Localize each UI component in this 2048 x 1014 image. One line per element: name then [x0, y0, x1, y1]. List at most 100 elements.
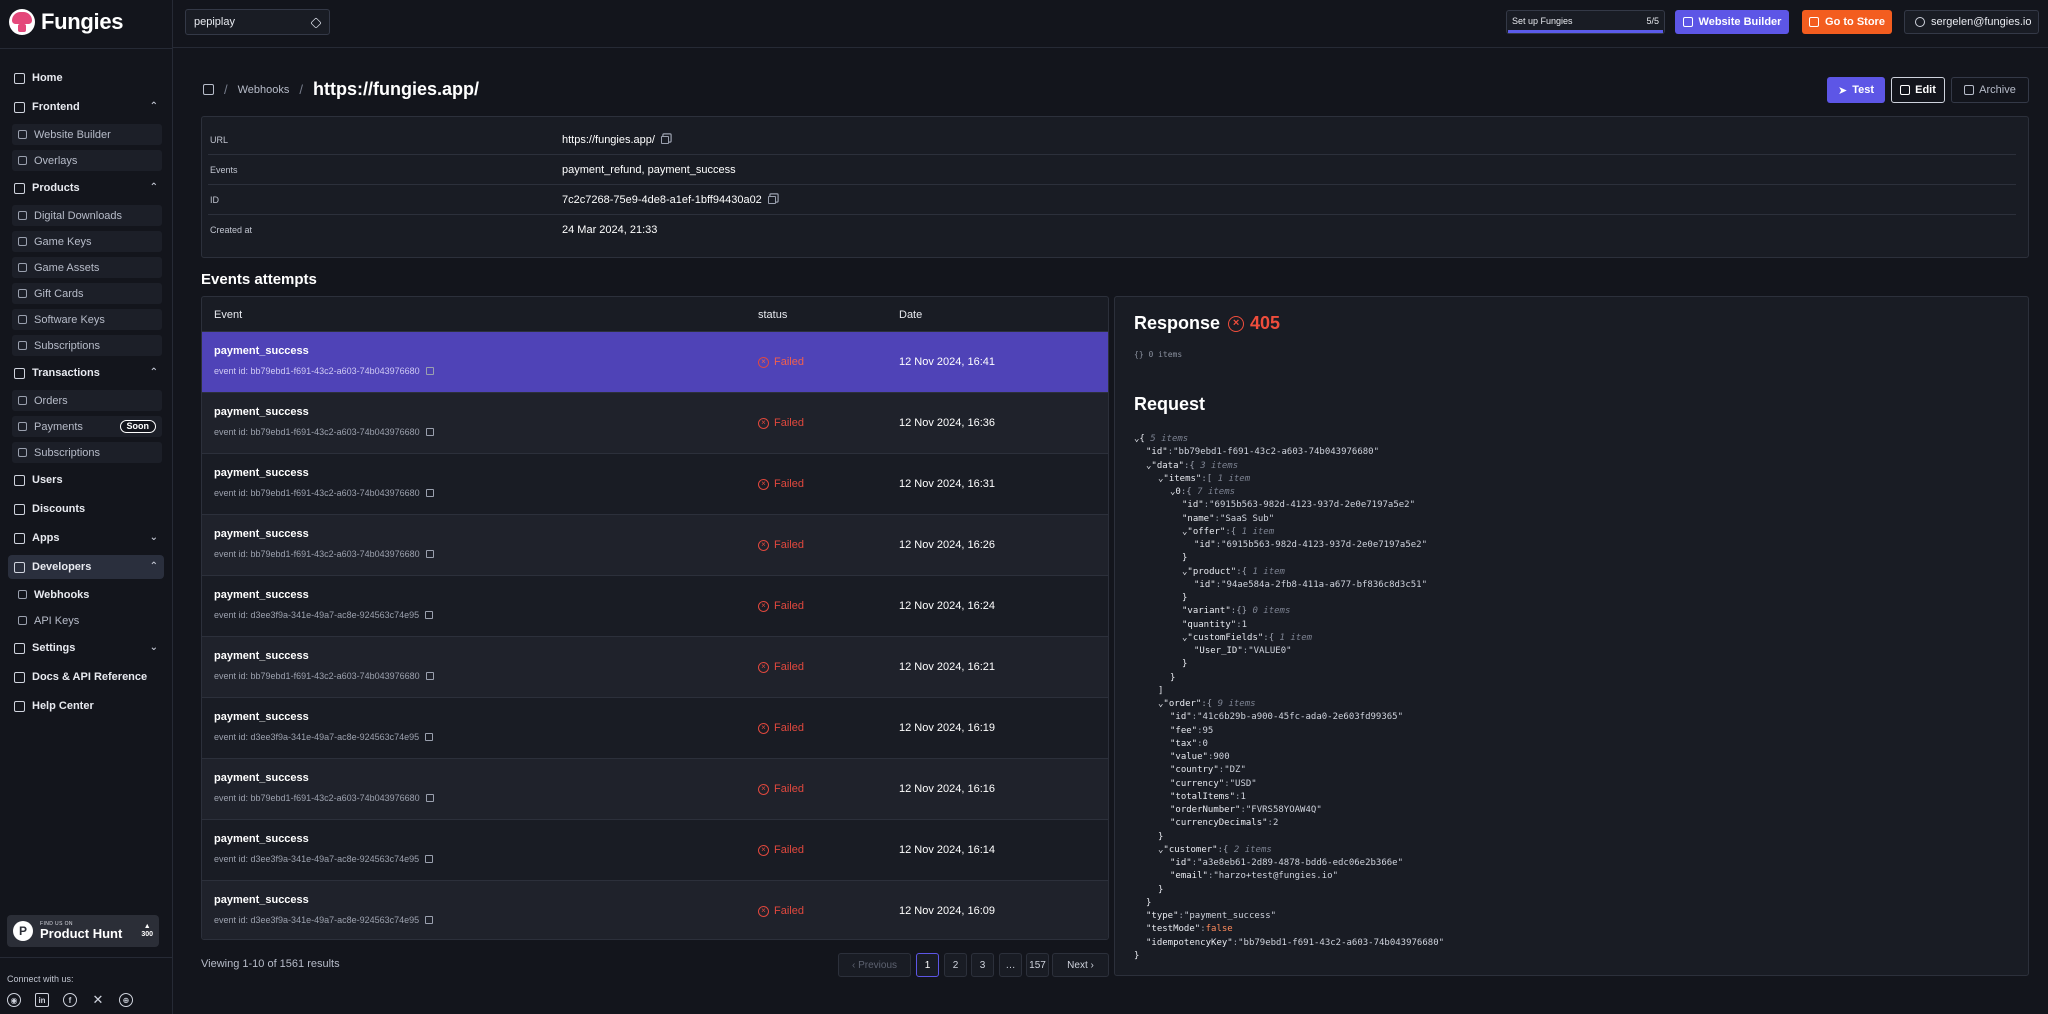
copy-icon[interactable] [425, 672, 434, 680]
website-builder-button[interactable]: Website Builder [1675, 10, 1789, 34]
sidebar-item-help-center[interactable]: Help Center [8, 694, 164, 718]
json-line: "id":"bb79ebd1-f691-43c2-a603-74b0439766… [1134, 446, 1444, 459]
globe-icon[interactable]: ⊕ [119, 993, 133, 1007]
table-row[interactable]: payment_success event id: d3ee3f9a-341e-4… [202, 881, 1108, 939]
assets-icon [18, 263, 27, 272]
copy-icon[interactable] [425, 550, 434, 558]
linkedin-icon[interactable]: in [35, 993, 49, 1007]
chevron-down-icon[interactable]: ⌄ [150, 642, 158, 653]
go-to-store-button[interactable]: Go to Store [1802, 10, 1892, 34]
table-row[interactable]: payment_success event id: bb79ebd1-f691-4… [202, 393, 1108, 454]
json-line: "id":"41c6b29b-a900-45fc-ada0-2e603fd993… [1134, 711, 1444, 724]
sidebar-item-overlays[interactable]: Overlays [12, 150, 162, 171]
next-page-button[interactable]: Next › [1052, 953, 1109, 977]
sidebar-item-digital-downloads[interactable]: Digital Downloads [12, 205, 162, 226]
chevron-up-icon[interactable]: ⌃ [150, 101, 158, 112]
sidebar-item-orders[interactable]: Orders [12, 390, 162, 411]
table-row[interactable]: payment_success event id: bb79ebd1-f691-4… [202, 515, 1108, 576]
copy-icon[interactable] [425, 489, 434, 497]
edit-button[interactable]: Edit [1891, 77, 1945, 103]
user-menu[interactable]: sergelen@fungies.io [1904, 10, 2039, 34]
sidebar-item-subscriptions[interactable]: Subscriptions [12, 442, 162, 463]
sidebar-item-home[interactable]: Home [8, 66, 164, 90]
sidebar-item-discounts[interactable]: Discounts [8, 497, 164, 521]
sidebar-item-gift-cards[interactable]: Gift Cards [12, 283, 162, 304]
page-button-2[interactable]: 2 [944, 953, 967, 977]
event-name: payment_success [214, 467, 309, 479]
sidebar-item-users[interactable]: Users [8, 468, 164, 492]
sidebar-item-game-keys[interactable]: Game Keys [12, 231, 162, 252]
table-row[interactable]: payment_success event id: d3ee3f9a-341e-4… [202, 820, 1108, 881]
copy-icon[interactable] [425, 367, 434, 375]
discord-icon[interactable]: ◉ [7, 993, 21, 1007]
sidebar-item-apps[interactable]: Apps ⌄ [8, 526, 164, 550]
request-title: Request [1134, 394, 1206, 414]
sidebar-item-webhooks[interactable]: Webhooks [12, 584, 162, 605]
sidebar-item-subscriptions[interactable]: Subscriptions [12, 335, 162, 356]
sidebar-item-api-keys[interactable]: API Keys [12, 610, 162, 631]
sidebar-item-software-keys[interactable]: Software Keys [12, 309, 162, 330]
producthunt-badge[interactable]: P FIND US ON Product Hunt ▲ 300 [7, 915, 159, 947]
table-row[interactable]: payment_success event id: d3ee3f9a-341e-4… [202, 576, 1108, 637]
breadcrumb-webhooks[interactable]: Webhooks [238, 84, 290, 96]
request-json-viewer[interactable]: ⌄{ 5 items "id":"bb79ebd1-f691-43c2-a603-… [1134, 433, 1444, 963]
copy-icon[interactable] [660, 136, 669, 144]
sidebar-item-settings[interactable]: Settings ⌄ [8, 636, 164, 660]
json-line: "country":"DZ" [1134, 764, 1444, 777]
sidebar-item-website-builder[interactable]: Website Builder [12, 124, 162, 145]
sidebar-item-frontend[interactable]: Frontend ⌃ [8, 95, 164, 119]
sidebar-item-transactions[interactable]: Transactions ⌃ [8, 361, 164, 385]
event-date: 12 Nov 2024, 16:36 [899, 417, 996, 429]
page-button-157[interactable]: 157 [1026, 953, 1049, 977]
sidebar-item-game-assets[interactable]: Game Assets [12, 257, 162, 278]
test-button[interactable]: ➤ Test [1827, 77, 1885, 103]
table-row[interactable]: payment_success event id: bb79ebd1-f691-4… [202, 759, 1108, 820]
json-key: "currency" [1170, 778, 1225, 789]
table-row[interactable]: payment_success event id: bb79ebd1-f691-4… [202, 332, 1108, 393]
table-row[interactable]: payment_success event id: bb79ebd1-f691-4… [202, 454, 1108, 515]
website-builder-label: Website Builder [1698, 16, 1782, 28]
failed-icon: × [758, 844, 769, 856]
archive-button[interactable]: Archive [1951, 77, 2029, 103]
setup-progress[interactable]: Set up Fungies 5/5 [1506, 10, 1665, 34]
copy-icon[interactable] [425, 794, 434, 802]
copy-icon[interactable] [425, 428, 434, 436]
x-twitter-icon[interactable]: ✕ [91, 992, 105, 1007]
copy-icon[interactable] [425, 733, 434, 741]
social-links: ◉ in f ✕ ⊕ [7, 992, 172, 1007]
sidebar-item-payments[interactable]: Payments Soon [12, 416, 162, 437]
home-icon[interactable] [203, 84, 214, 95]
store-selector[interactable]: pepiplay [185, 9, 330, 35]
sidebar-item-developers[interactable]: Developers ⌃ [8, 555, 164, 579]
copy-icon[interactable] [425, 916, 434, 924]
copy-icon[interactable] [425, 855, 434, 863]
chevron-up-icon[interactable]: ⌃ [150, 367, 158, 378]
sidebar-item-products[interactable]: Products ⌃ [8, 176, 164, 200]
page-button-1[interactable]: 1 [916, 953, 939, 977]
sidebar-item-docs-api-reference[interactable]: Docs & API Reference [8, 665, 164, 689]
sidebar-item-label: Users [32, 474, 63, 486]
copy-icon[interactable] [425, 611, 434, 619]
json-value: "FVRS58YOAW4Q" [1245, 805, 1322, 815]
brand-logo[interactable]: Fungies [9, 9, 124, 35]
chevron-up-icon[interactable]: ⌃ [150, 182, 158, 193]
table-row[interactable]: payment_success event id: d3ee3f9a-341e-4… [202, 698, 1108, 759]
status-text: Failed [774, 661, 804, 673]
chevron-up-icon[interactable]: ⌃ [150, 561, 158, 572]
json-line: "currency":"USD" [1134, 778, 1444, 791]
json-value: "harzo+test@fungies.io" [1213, 871, 1338, 882]
copy-icon[interactable] [767, 196, 776, 204]
docs-icon [14, 671, 25, 683]
status-badge: × Failed [758, 783, 804, 795]
sidebar-item-label: Website Builder [34, 128, 111, 141]
status-badge: × Failed [758, 661, 804, 673]
json-key: "variant" [1182, 606, 1231, 617]
selector-icon [310, 17, 322, 29]
chevron-down-icon[interactable]: ⌄ [150, 532, 158, 543]
detail-row-id: ID 7c2c7268-75e9-4de8-a1ef-1bff94430a02 [208, 185, 2016, 215]
go-to-store-label: Go to Store [1825, 16, 1885, 28]
table-row[interactable]: payment_success event id: bb79ebd1-f691-4… [202, 637, 1108, 698]
table-body: payment_success event id: bb79ebd1-f691-4… [202, 332, 1108, 939]
page-button-3[interactable]: 3 [971, 953, 994, 977]
facebook-icon[interactable]: f [63, 993, 77, 1007]
